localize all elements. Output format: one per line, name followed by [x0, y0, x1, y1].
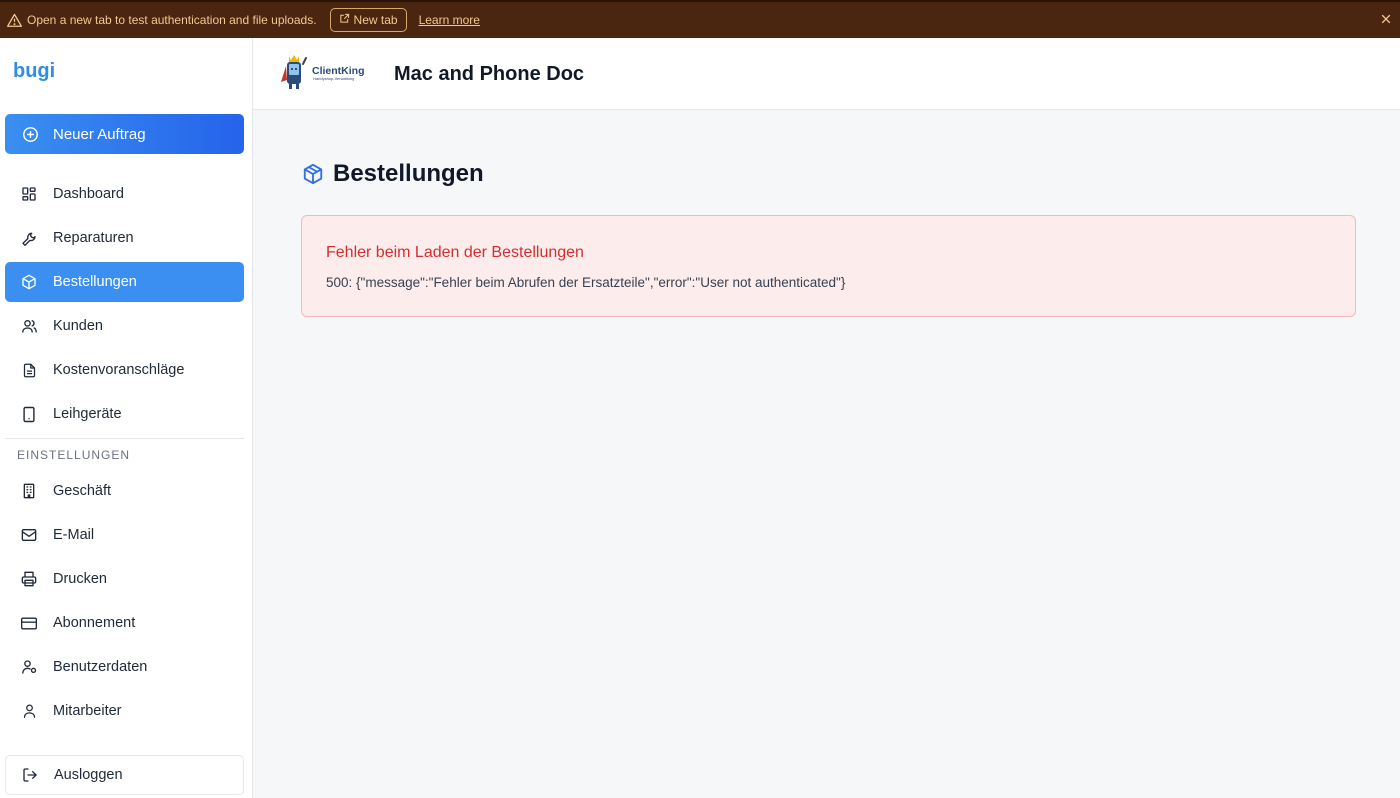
logout-label: Ausloggen — [54, 767, 123, 783]
sidebar-item-geschaeft[interactable]: Geschäft — [5, 471, 244, 511]
page-title: Bestellungen — [301, 160, 484, 188]
sidebar-item-label: Geschäft — [53, 483, 112, 499]
sidebar-item-label: Reparaturen — [53, 230, 134, 246]
sidebar: bugi Neuer Auftrag Dashboard Reparaturen… — [0, 38, 253, 798]
building-icon — [20, 482, 38, 500]
sidebar-item-abonnement[interactable]: Abonnement — [5, 603, 244, 643]
dashboard-icon — [20, 185, 38, 203]
new-order-button[interactable]: Neuer Auftrag — [5, 114, 244, 154]
new-order-label: Neuer Auftrag — [53, 125, 146, 143]
sidebar-item-label: Dashboard — [53, 186, 124, 202]
sidebar-item-kunden[interactable]: Kunden — [5, 306, 244, 346]
sidebar-item-email[interactable]: E-Mail — [5, 515, 244, 555]
logout-button[interactable]: Ausloggen — [5, 755, 244, 795]
banner-message: Open a new tab to test authentication an… — [27, 13, 317, 27]
logo-subtext: Handyshop-Verwaltung — [313, 76, 354, 81]
sidebar-item-label: Kunden — [53, 318, 103, 334]
sidebar-item-bestellungen[interactable]: Bestellungen — [5, 262, 244, 302]
sidebar-item-reparaturen[interactable]: Reparaturen — [5, 218, 244, 258]
users-icon — [20, 317, 38, 335]
sidebar-item-leihgeraete[interactable]: Leihgeräte — [5, 394, 244, 434]
document-icon — [20, 361, 38, 379]
brand-name[interactable]: bugi — [13, 60, 55, 83]
user-icon — [20, 702, 38, 720]
divider — [5, 438, 244, 439]
mail-icon — [20, 526, 38, 544]
warning-icon — [6, 12, 22, 28]
package-icon — [301, 163, 324, 186]
sidebar-item-kostenvoranschlaege[interactable]: Kostenvoranschläge — [5, 350, 244, 390]
external-link-icon — [339, 13, 350, 27]
sidebar-item-label: Drucken — [53, 571, 107, 587]
sidebar-item-label: E-Mail — [53, 527, 95, 543]
printer-icon — [20, 570, 38, 588]
error-alert: Fehler beim Laden der Bestellungen 500: … — [301, 215, 1356, 317]
sidebar-item-benutzerdaten[interactable]: Benutzerdaten — [5, 647, 244, 687]
new-tab-button[interactable]: New tab — [329, 8, 407, 32]
sidebar-item-label: Mitarbeiter — [53, 703, 122, 719]
user-settings-icon — [20, 658, 38, 676]
learn-more-link[interactable]: Learn more — [419, 13, 480, 27]
new-tab-label: New tab — [353, 13, 398, 27]
sidebar-item-dashboard[interactable]: Dashboard — [5, 174, 244, 214]
sidebar-item-label: Benutzerdaten — [53, 659, 148, 675]
package-icon — [20, 273, 38, 291]
sidebar-item-label: Leihgeräte — [53, 406, 122, 422]
close-icon[interactable] — [1378, 11, 1394, 27]
clientking-logo: ClientKing Handyshop-Verwaltung — [277, 52, 369, 92]
dev-banner: Open a new tab to test authentication an… — [0, 0, 1400, 38]
sidebar-item-mitarbeiter[interactable]: Mitarbeiter — [5, 691, 244, 731]
page-title-text: Bestellungen — [333, 160, 484, 187]
plus-circle-icon — [21, 125, 39, 143]
top-header: ClientKing Handyshop-Verwaltung Mac and … — [253, 38, 1400, 110]
settings-section-title: EINSTELLUNGEN — [17, 448, 131, 462]
credit-card-icon — [20, 614, 38, 632]
shop-name: Mac and Phone Doc — [394, 63, 585, 85]
wrench-icon — [20, 229, 38, 247]
sidebar-item-label: Abonnement — [53, 615, 136, 631]
error-detail: 500: {"message":"Fehler beim Abrufen der… — [326, 275, 846, 290]
logout-icon — [21, 766, 39, 784]
tablet-icon — [20, 405, 38, 423]
error-title: Fehler beim Laden der Bestellungen — [326, 244, 584, 261]
sidebar-item-label: Bestellungen — [53, 274, 137, 290]
sidebar-item-drucken[interactable]: Drucken — [5, 559, 244, 599]
sidebar-item-label: Kostenvoranschläge — [53, 362, 185, 378]
